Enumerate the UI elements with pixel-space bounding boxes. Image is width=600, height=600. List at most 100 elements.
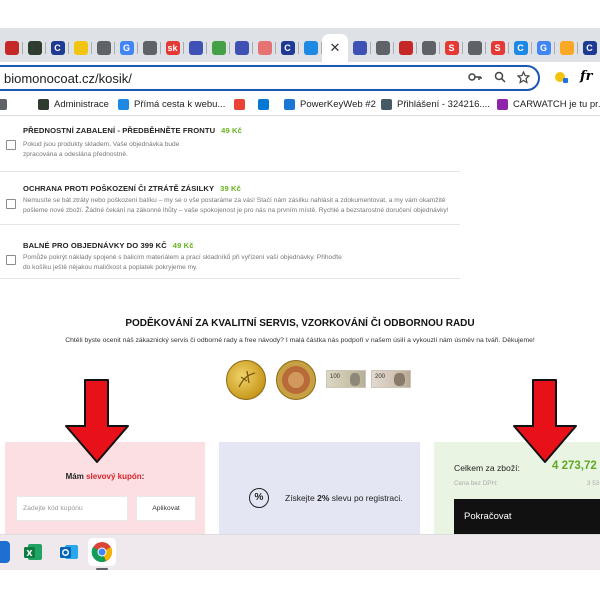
bookmark-item[interactable]: Přímá cesta k webu... <box>118 99 225 110</box>
browser-tab[interactable] <box>299 34 322 62</box>
bookmark-favicon-icon <box>258 99 269 110</box>
windows-taskbar: X <box>0 534 600 570</box>
browser-tab[interactable] <box>348 34 371 62</box>
red-arrow-annotation-left <box>65 379 129 463</box>
dots-icon <box>257 41 272 55</box>
red-arrow-annotation-right <box>513 379 577 463</box>
coupon-code-input[interactable]: Zadejte kód kupónu <box>16 496 128 521</box>
browser-tab[interactable]: C <box>276 34 299 62</box>
bookmark-favicon-icon <box>118 99 129 110</box>
bookmark-star-icon[interactable] <box>516 70 531 87</box>
option-checkbox[interactable] <box>6 140 16 150</box>
fx-extension-icon[interactable]: fr <box>580 69 592 84</box>
browser-tab[interactable] <box>417 34 440 62</box>
bottom-blank-area <box>0 570 600 600</box>
option-checkbox[interactable] <box>6 255 16 265</box>
option-checkbox[interactable] <box>6 199 16 209</box>
option-description: Pomůže pokrýt náklady spojené s balicím … <box>23 254 342 271</box>
browser-tab[interactable] <box>207 34 230 62</box>
browser-tab[interactable] <box>92 34 115 62</box>
price-without-vat-label: Cena bez DPH: <box>454 480 498 487</box>
bookmark-favicon-icon <box>381 99 392 110</box>
bar-chart-icon <box>559 41 574 55</box>
globe-icon <box>96 41 111 55</box>
registration-discount-text: Získejte 2% slevu po registraci. <box>285 493 403 503</box>
gear-flower-icon <box>352 41 367 55</box>
bookmark-item[interactable]: CARWATCH je tu pr... <box>497 99 600 110</box>
sk-logo-icon: sk <box>165 41 180 55</box>
browser-tab[interactable]: G <box>115 34 138 62</box>
outlook-icon[interactable] <box>58 541 80 563</box>
browser-tab[interactable] <box>463 34 486 62</box>
password-key-icon[interactable] <box>468 71 482 86</box>
browser-tab[interactable] <box>138 34 161 62</box>
browser-tab[interactable]: S <box>486 34 509 62</box>
browser-tab[interactable]: G <box>532 34 555 62</box>
bookmark-item[interactable]: Přihlášení - 324216.... <box>381 99 490 110</box>
bookmark-item[interactable] <box>0 99 12 110</box>
bookmark-favicon-icon <box>497 99 508 110</box>
continue-button[interactable]: Pokračovat › <box>454 499 600 534</box>
s-logo-icon: S <box>490 41 505 55</box>
chrome-icon <box>467 41 482 55</box>
bookmark-label: CARWATCH je tu pr... <box>513 99 600 110</box>
bookmarks-bar: Administrace Přímá cesta k webu... PowerKe… <box>0 94 600 116</box>
svg-text:X: X <box>26 549 33 558</box>
browser-tab[interactable] <box>394 34 417 62</box>
browser-tab[interactable] <box>23 34 46 62</box>
thanks-subtitle: Chtěli byste ocenit náš zákaznický servi… <box>65 337 535 344</box>
browser-tab-active[interactable]: ✕ <box>322 34 348 62</box>
shield-icon <box>398 41 413 55</box>
bookmark-item[interactable] <box>234 99 250 110</box>
browser-tab[interactable] <box>371 34 394 62</box>
divider <box>0 171 460 172</box>
browser-tab[interactable] <box>0 34 23 62</box>
browser-tab[interactable] <box>230 34 253 62</box>
browser-tab[interactable]: C <box>578 34 600 62</box>
bookmark-favicon-icon <box>234 99 245 110</box>
browser-tab[interactable] <box>253 34 276 62</box>
browser-tab[interactable]: sk <box>161 34 184 62</box>
tip-banknote-100[interactable]: 100 <box>326 370 366 388</box>
apply-coupon-button[interactable]: Aplikovat <box>136 496 196 521</box>
gear-flower-icon <box>188 41 203 55</box>
bookmark-item[interactable]: PowerKeyWeb #2 <box>284 99 376 110</box>
tip-coin-gold[interactable] <box>226 360 266 400</box>
browser-tab[interactable]: S <box>440 34 463 62</box>
address-bar[interactable]: biomonocoat.cz/kosik/ <box>0 65 540 91</box>
excel-icon[interactable]: X <box>22 541 44 563</box>
total-label: Celkem za zboží: <box>454 463 520 473</box>
browser-tab[interactable] <box>184 34 207 62</box>
s-logo-icon: S <box>444 41 459 55</box>
browser-tab[interactable] <box>69 34 92 62</box>
c-logo-icon: C <box>582 41 597 55</box>
chrome-icon <box>421 41 436 55</box>
tab-strip: C Gsk C ✕ S S C G C <box>0 28 600 62</box>
c-logo-icon: C <box>50 41 65 55</box>
tip-banknote-200[interactable]: 200 <box>371 370 411 388</box>
bookmark-item[interactable]: Administrace <box>38 99 109 110</box>
bookmark-label: Administrace <box>54 99 109 110</box>
chrome-taskbar-icon[interactable] <box>88 538 116 566</box>
chrome-icon <box>375 41 390 55</box>
price-without-vat-value: 3 53 <box>587 480 600 487</box>
tip-coin-bimetal[interactable] <box>276 360 316 400</box>
taskbar-app-icon[interactable] <box>0 541 10 563</box>
extension-icon[interactable] <box>553 69 569 88</box>
browser-tab[interactable]: C <box>509 34 532 62</box>
option-price: 39 Kč <box>220 184 241 193</box>
google-icon: G <box>536 41 551 55</box>
zoom-icon[interactable] <box>494 71 506 86</box>
browser-tab[interactable] <box>555 34 578 62</box>
option-price: 49 Kč <box>172 241 194 250</box>
bookmark-item[interactable] <box>258 99 274 110</box>
close-icon[interactable]: ✕ <box>330 40 341 56</box>
browser-tab[interactable]: C <box>46 34 69 62</box>
option-description: Nemusíte se bát ztráty nebo poškození ba… <box>23 197 449 214</box>
url-text[interactable]: biomonocoat.cz/kosik/ <box>4 71 132 86</box>
registration-discount-panel: % Získejte 2% slevu po registraci. <box>219 442 420 534</box>
option-title: OCHRANA PROTI POŠKOZENÍ ČI ZTRÁTĚ ZÁSILK… <box>23 184 241 193</box>
colorful-icon <box>73 41 88 55</box>
gear-flower-icon <box>234 41 249 55</box>
percent-icon: % <box>249 488 269 508</box>
